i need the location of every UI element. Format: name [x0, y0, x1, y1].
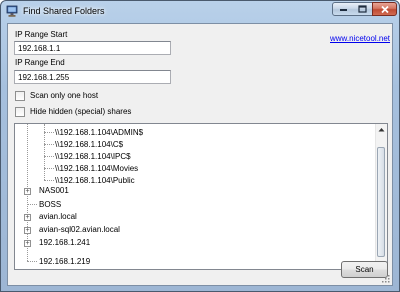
scan-one-host-label[interactable]: Scan only one host	[30, 91, 98, 100]
network-computer-icon	[6, 5, 18, 17]
shares-tree-view[interactable]: \\192.168.1.104\ADMIN$ \\192.168.1.104\C…	[14, 123, 388, 270]
hide-hidden-shares-label[interactable]: Hide hidden (special) shares	[30, 107, 131, 116]
tree-item-avian-sql02[interactable]: avian-sql02.avian.local	[39, 225, 120, 234]
minimize-icon	[339, 9, 347, 11]
scrollbar-thumb[interactable]	[377, 147, 385, 257]
tree-line	[44, 156, 54, 157]
client-area: IP Range Start 192.168.1.1 IP Range End …	[7, 23, 393, 286]
expand-icon[interactable]: +	[24, 188, 31, 195]
ip-end-label: IP Range End	[15, 58, 65, 67]
tree-line	[27, 261, 37, 262]
expand-icon[interactable]: +	[24, 240, 31, 247]
tree-item-nas001[interactable]: NAS001	[39, 186, 69, 195]
expand-icon[interactable]: +	[24, 214, 31, 221]
expand-icon[interactable]: +	[24, 227, 31, 234]
window-title: Find Shared Folders	[23, 6, 105, 16]
scan-button[interactable]: Scan	[341, 261, 388, 278]
scroll-up-button[interactable]	[376, 124, 387, 135]
close-button[interactable]	[372, 2, 397, 16]
scan-one-host-checkbox[interactable]	[15, 91, 25, 101]
tree-item-192-168-1-241[interactable]: 192.168.1.241	[39, 238, 90, 247]
minimize-button[interactable]	[332, 2, 354, 16]
close-icon	[380, 5, 389, 13]
scroll-up-icon	[378, 128, 385, 132]
tree-item-public-share[interactable]: \\192.168.1.104\Public	[55, 176, 135, 185]
tree-item-avian-local[interactable]: avian.local	[39, 212, 77, 221]
title-bar[interactable]: Find Shared Folders	[1, 1, 399, 23]
tree-item-ipc-share[interactable]: \\192.168.1.104\IPC$	[55, 152, 131, 161]
tree-line	[44, 144, 54, 145]
tree-item-192-168-1-219[interactable]: 192.168.1.219	[39, 257, 90, 266]
hide-hidden-shares-checkbox[interactable]	[15, 107, 25, 117]
maximize-button[interactable]	[353, 2, 373, 16]
tree-item-admin-share[interactable]: \\192.168.1.104\ADMIN$	[55, 128, 143, 137]
resize-grip-icon[interactable]	[382, 275, 390, 283]
ip-start-input[interactable]: 192.168.1.1	[14, 41, 171, 55]
tree-vertical-scrollbar[interactable]	[375, 124, 387, 269]
ip-end-input[interactable]: 192.168.1.255	[14, 70, 171, 84]
tree-item-c-share[interactable]: \\192.168.1.104\C$	[55, 140, 123, 149]
tree-line	[27, 204, 37, 205]
tree-item-boss[interactable]: BOSS	[39, 200, 61, 209]
tree-line	[44, 168, 54, 169]
app-window: Find Shared Folders IP Range Start 192.1…	[0, 0, 400, 292]
maximize-icon	[358, 5, 367, 13]
website-link[interactable]: www.nicetool.net	[330, 34, 390, 43]
tree-line	[44, 180, 54, 181]
tree-item-movies-share[interactable]: \\192.168.1.104\Movies	[55, 164, 138, 173]
tree-line	[44, 132, 54, 133]
ip-start-label: IP Range Start	[15, 30, 68, 39]
